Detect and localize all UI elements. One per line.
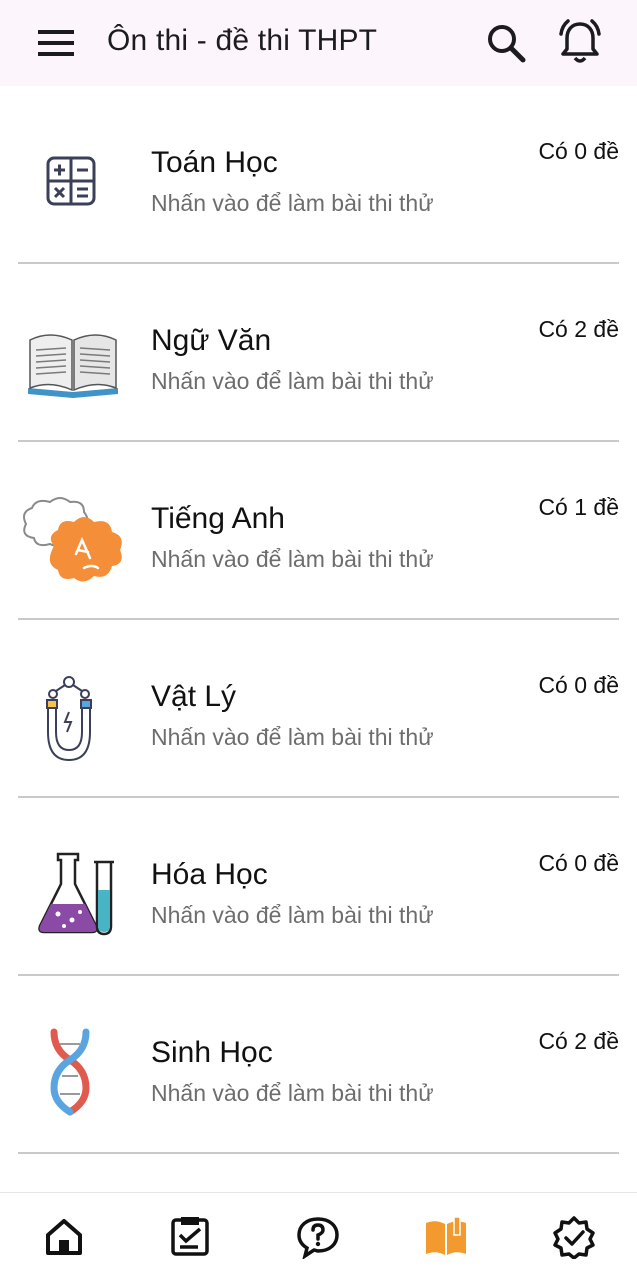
open-book-icon [18, 316, 128, 406]
subject-subtitle: Nhấn vào để làm bài thi thử [151, 190, 434, 216]
subject-name: Tiếng Anh [151, 502, 285, 535]
book-icon [426, 1216, 466, 1255]
exam-count: Có 0 đề [538, 138, 619, 164]
subject-list: Toán Học Nhấn vào để làm bài thi thử Có … [0, 86, 637, 1154]
notification-bell-icon [559, 19, 601, 63]
menu-button[interactable] [36, 26, 78, 60]
verified-badge-icon [553, 1216, 595, 1260]
home-icon [46, 1219, 82, 1255]
search-icon [488, 25, 526, 63]
subject-subtitle: Nhấn vào để làm bài thi thử [151, 902, 434, 928]
subject-item-physics[interactable]: Vật Lý Nhấn vào để làm bài thi thử Có 0 … [0, 620, 637, 798]
nav-questions[interactable] [296, 1215, 340, 1260]
speech-bubbles-icon [18, 494, 128, 584]
subject-item-literature[interactable]: Ngữ Văn Nhấn vào để làm bài thi thử Có 2… [0, 264, 637, 442]
exam-count: Có 2 đề [538, 316, 619, 342]
subject-item-chemistry[interactable]: Hóa Học Nhấn vào để làm bài thi thử Có 0… [0, 798, 637, 976]
search-button[interactable] [484, 21, 528, 65]
clipboard-icon [171, 1217, 209, 1256]
subject-item-biology[interactable]: Sinh Học Nhấn vào để làm bài thi thử Có … [0, 976, 637, 1154]
exam-count: Có 2 đề [538, 1028, 619, 1054]
calculator-icon [18, 138, 128, 228]
magnet-icon [18, 672, 128, 762]
subject-subtitle: Nhấn vào để làm bài thi thử [151, 724, 434, 750]
dna-icon [18, 1028, 128, 1118]
exam-count: Có 0 đề [538, 672, 619, 698]
subject-name: Hóa Học [151, 858, 268, 891]
nav-achievements[interactable] [552, 1215, 596, 1260]
subject-subtitle: Nhấn vào để làm bài thi thử [151, 1080, 434, 1106]
subject-name: Sinh Học [151, 1036, 273, 1069]
subject-name: Ngữ Văn [151, 324, 272, 357]
notification-button[interactable] [553, 16, 607, 70]
bottom-navigation [0, 1192, 637, 1281]
nav-exams[interactable] [168, 1215, 212, 1259]
subject-name: Vật Lý [151, 680, 237, 713]
subject-subtitle: Nhấn vào để làm bài thi thử [151, 546, 434, 572]
subject-item-english[interactable]: Tiếng Anh Nhấn vào để làm bài thi thử Có… [0, 442, 637, 620]
nav-subjects[interactable] [424, 1215, 468, 1259]
page-title: Ôn thi - đề thi THPT [107, 24, 378, 57]
subject-subtitle: Nhấn vào để làm bài thi thử [151, 368, 434, 394]
divider [18, 1152, 619, 1154]
exam-count: Có 1 đề [538, 494, 619, 520]
exam-count: Có 0 đề [538, 850, 619, 876]
nav-home[interactable] [42, 1215, 86, 1259]
menu-icon [38, 30, 74, 56]
app-bar: Ôn thi - đề thi THPT [0, 0, 637, 86]
subject-item-math[interactable]: Toán Học Nhấn vào để làm bài thi thử Có … [0, 86, 637, 264]
flask-icon [18, 850, 128, 940]
subject-name: Toán Học [151, 146, 278, 179]
question-bubble-icon [297, 1217, 339, 1260]
